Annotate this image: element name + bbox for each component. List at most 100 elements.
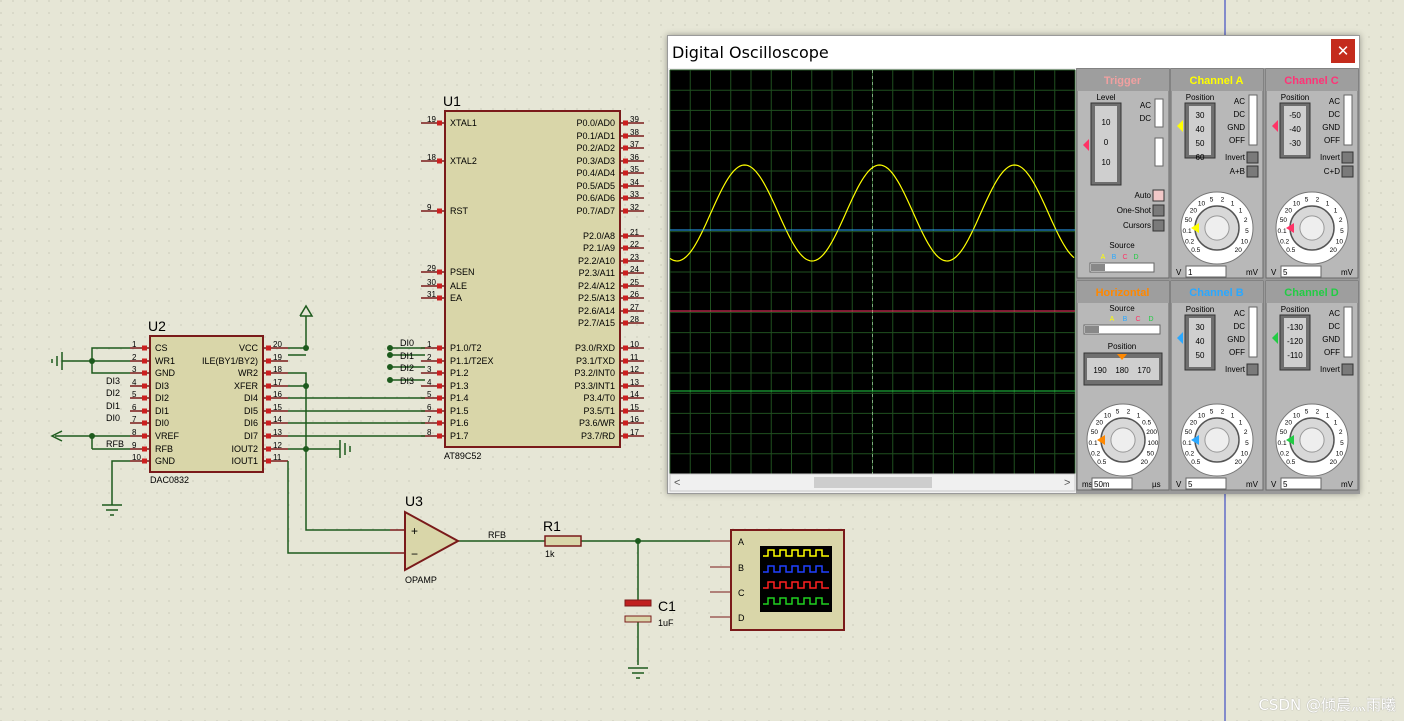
dial-tick-label: 5: [1210, 196, 1214, 203]
pin-marker: [437, 345, 442, 351]
pin-marker: [142, 458, 147, 464]
pin-marker: [266, 446, 271, 452]
pin-number: 8: [132, 428, 137, 437]
pin-marker: [266, 370, 271, 376]
pin-name: DI2: [155, 393, 169, 403]
trigger-edge-switch[interactable]: [1154, 137, 1164, 167]
horizontal-knob-cap: [1110, 427, 1136, 453]
channel-c-sum-button[interactable]: [1341, 165, 1354, 178]
pin-marker: [437, 295, 442, 301]
oscilloscope-titlebar[interactable]: Digital Oscilloscope ✕: [668, 36, 1359, 68]
pin-name: P1.7: [450, 431, 469, 441]
channel-d-header: Channel D: [1284, 287, 1338, 299]
channel-a-sum-button[interactable]: [1246, 165, 1259, 178]
channel-d-invert-button[interactable]: [1341, 363, 1354, 376]
trigger-source-option: A: [1101, 254, 1106, 261]
h-scrollbar-thumb[interactable]: [814, 477, 932, 488]
r1-value: 1k: [545, 549, 555, 559]
horizontal-position-label: Position: [1108, 342, 1136, 351]
pin-name: GND: [155, 456, 176, 466]
trigger-auto-button[interactable]: [1152, 189, 1165, 202]
dial-tick-label: 50: [1280, 217, 1288, 224]
oscilloscope-window[interactable]: Digital Oscilloscope ✕ < > Trigger Channe…: [667, 35, 1360, 494]
pin-number: 14: [630, 390, 639, 399]
pin-marker: [623, 195, 628, 201]
dial-tick-label: 1: [1231, 412, 1235, 419]
pin-number: 22: [630, 240, 639, 249]
dial-tick-label: 0.5: [1142, 419, 1151, 426]
trigger-scale-label: 10: [1102, 158, 1111, 167]
dial-tick-label: 1: [1326, 200, 1330, 207]
channel-d-invert-label: Invert: [1320, 365, 1341, 374]
trigger-one-shot-button[interactable]: [1152, 204, 1165, 217]
pin-name: P2.0/A8: [583, 231, 615, 241]
trigger-scale-label: 0: [1104, 138, 1109, 147]
pin-marker: [623, 170, 628, 176]
channel-d-coupling-label: GND: [1322, 335, 1340, 344]
channel-c-coupling-switch[interactable]: [1343, 94, 1353, 146]
channel-a-invert-label: Invert: [1225, 153, 1246, 162]
pin-name: DI0: [155, 418, 169, 428]
horizontal-source-option: B: [1123, 316, 1128, 323]
channel-b-coupling-label: OFF: [1229, 348, 1245, 357]
close-button[interactable]: ✕: [1331, 39, 1355, 63]
scroll-left-icon[interactable]: <: [674, 477, 680, 489]
channel-d-coupling-label: DC: [1328, 322, 1340, 331]
trigger-coupling-switch[interactable]: [1154, 98, 1164, 128]
scroll-right-icon[interactable]: >: [1064, 477, 1070, 489]
dial-tick-label: 1: [1334, 207, 1338, 214]
pin-marker: [142, 395, 147, 401]
channel-a-invert-button[interactable]: [1246, 151, 1259, 164]
channel-a-header: Channel A: [1190, 75, 1244, 87]
pin-name: XTAL2: [450, 156, 477, 166]
pin-marker: [623, 370, 628, 376]
channel-d-scale-label: -110: [1287, 351, 1303, 360]
pin-name: P1.2: [450, 368, 469, 378]
oscilloscope-title: Digital Oscilloscope: [672, 43, 829, 62]
oscilloscope-symbol[interactable]: [710, 529, 845, 631]
dial-tick-label: 10: [1293, 200, 1301, 207]
trigger-header: Trigger: [1104, 75, 1142, 87]
pin-marker: [142, 370, 147, 376]
pin-name: P3.4/T0: [583, 393, 615, 403]
dial-tick-label: 2: [1127, 408, 1131, 415]
pin-number: 5: [132, 390, 137, 399]
channel-c-invert-button[interactable]: [1341, 151, 1354, 164]
pin-number: 30: [427, 278, 436, 287]
dial-tick-label: 20: [1330, 459, 1338, 466]
pin-number: 21: [630, 228, 639, 237]
channel-b-scale-label: 50: [1196, 351, 1205, 360]
pin-number: 12: [273, 441, 282, 450]
pin-name: PSEN: [450, 267, 475, 277]
pin-marker: [623, 308, 628, 314]
pin-number: 25: [630, 278, 639, 287]
channel-a-scale-label: 40: [1196, 125, 1205, 134]
pin-number: 13: [630, 378, 639, 387]
r1-ref: R1: [543, 518, 561, 534]
u1-chip[interactable]: 19 XTAL1 18 XTAL2 9 RST 29 PSEN 30 ALE 31 EA 1 P1.0/T…: [421, 110, 644, 448]
pin-marker: [623, 395, 628, 401]
pin-number: 2: [427, 353, 432, 362]
channel-a-coupling-switch[interactable]: [1248, 94, 1258, 146]
pin-number: 33: [630, 190, 639, 199]
channel-d-coupling-label: OFF: [1324, 348, 1340, 357]
horizontal-source-thumb[interactable]: [1085, 326, 1099, 333]
trigger-cursors-button[interactable]: [1152, 219, 1165, 232]
r1-resistor[interactable]: [544, 535, 582, 547]
pin-marker: [623, 420, 628, 426]
pin-marker: [266, 433, 271, 439]
channel-d-coupling-switch[interactable]: [1343, 306, 1353, 358]
channel-b-coupling-label: AC: [1234, 309, 1245, 318]
pin-name: DI3: [155, 381, 169, 391]
dial-tick-label: 2: [1339, 217, 1343, 224]
dial-tick-label: 5: [1116, 408, 1120, 415]
pin-name: IOUT1: [231, 456, 258, 466]
trigger-source-thumb[interactable]: [1091, 264, 1105, 271]
channel-b-invert-button[interactable]: [1246, 363, 1259, 376]
pin-name: P2.6/A14: [578, 306, 615, 316]
channel-b-coupling-switch[interactable]: [1248, 306, 1258, 358]
dial-tick-label: 5: [1210, 408, 1214, 415]
pin-number: 16: [273, 390, 282, 399]
pin-marker: [623, 245, 628, 251]
pin-name: P3.1/TXD: [576, 356, 616, 366]
